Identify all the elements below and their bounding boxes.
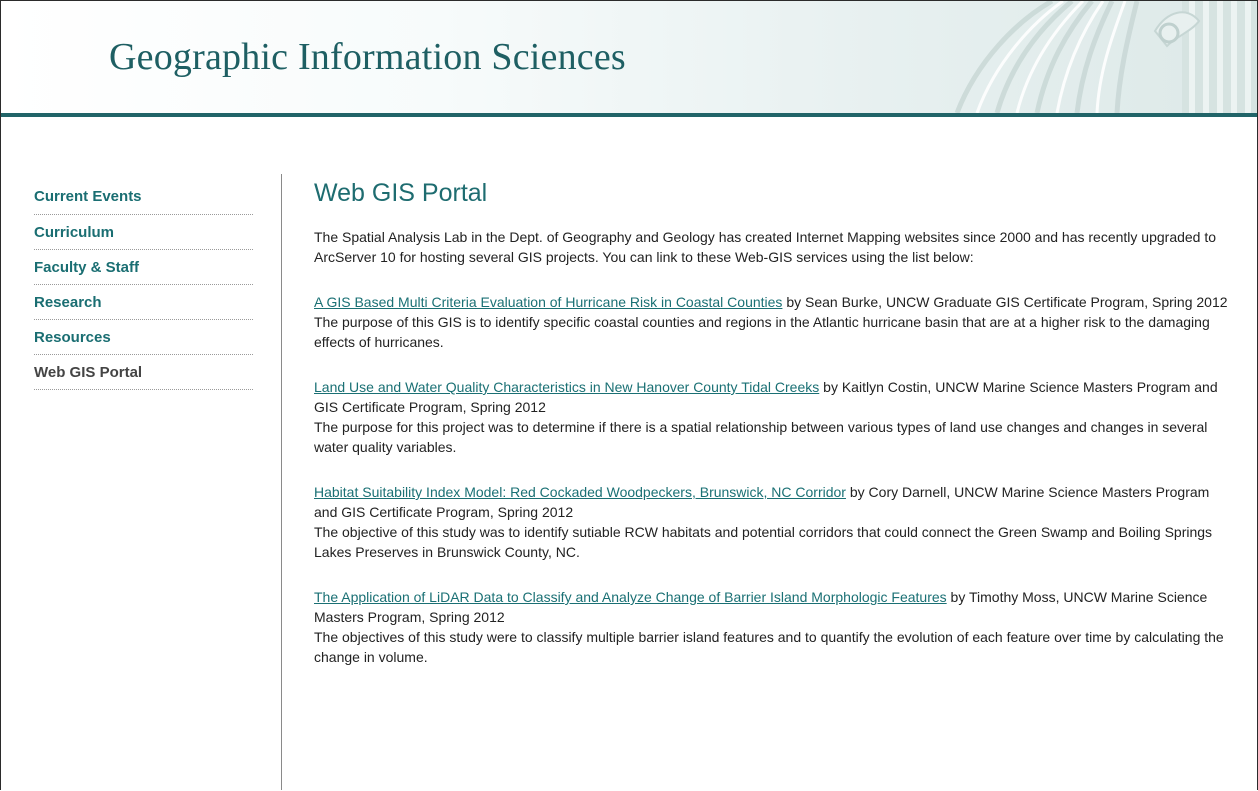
nav-item-faculty-staff[interactable]: Faculty & Staff	[34, 250, 253, 285]
project-description: The objectives of this study were to cla…	[314, 629, 1224, 665]
column-divider	[281, 174, 282, 790]
project-description: The purpose of this GIS is to identify s…	[314, 314, 1210, 350]
intro-paragraph: The Spatial Analysis Lab in the Dept. of…	[314, 229, 1217, 265]
page-title: Web GIS Portal	[314, 179, 488, 207]
nav-item-research[interactable]: Research	[34, 285, 253, 320]
sidebar-nav: Current Events Curriculum Faculty & Staf…	[34, 179, 253, 390]
project-link[interactable]: Habitat Suitability Index Model: Red Coc…	[314, 484, 846, 500]
project-description: The objective of this study was to ident…	[314, 524, 1213, 560]
nav-item-curriculum[interactable]: Curriculum	[34, 215, 253, 250]
project-byline: by Sean Burke, UNCW Graduate GIS Certifi…	[782, 294, 1228, 310]
project-entry: Habitat Suitability Index Model: Red Coc…	[314, 482, 1234, 562]
nav-item-current-events[interactable]: Current Events	[34, 179, 253, 215]
site-header: Geographic Information Sciences	[1, 1, 1257, 113]
architectural-column-graphic	[954, 1, 1257, 113]
main-content: Web GIS Portal The Spatial Analysis Lab …	[314, 177, 1234, 667]
project-link[interactable]: Land Use and Water Quality Characteristi…	[314, 379, 819, 395]
project-link[interactable]: A GIS Based Multi Criteria Evaluation of…	[314, 294, 782, 310]
project-link[interactable]: The Application of LiDAR Data to Classif…	[314, 589, 947, 605]
page-frame: Geographic Information Sciences Current …	[0, 0, 1258, 790]
project-entry: A GIS Based Multi Criteria Evaluation of…	[314, 292, 1234, 352]
project-entry: Land Use and Water Quality Characteristi…	[314, 377, 1234, 457]
header-divider	[1, 113, 1257, 117]
project-entry: The Application of LiDAR Data to Classif…	[314, 587, 1234, 667]
project-description: The purpose for this project was to dete…	[314, 419, 1208, 455]
nav-item-resources[interactable]: Resources	[34, 320, 253, 355]
nav-item-web-gis-portal[interactable]: Web GIS Portal	[34, 355, 253, 390]
site-title[interactable]: Geographic Information Sciences	[109, 35, 626, 79]
